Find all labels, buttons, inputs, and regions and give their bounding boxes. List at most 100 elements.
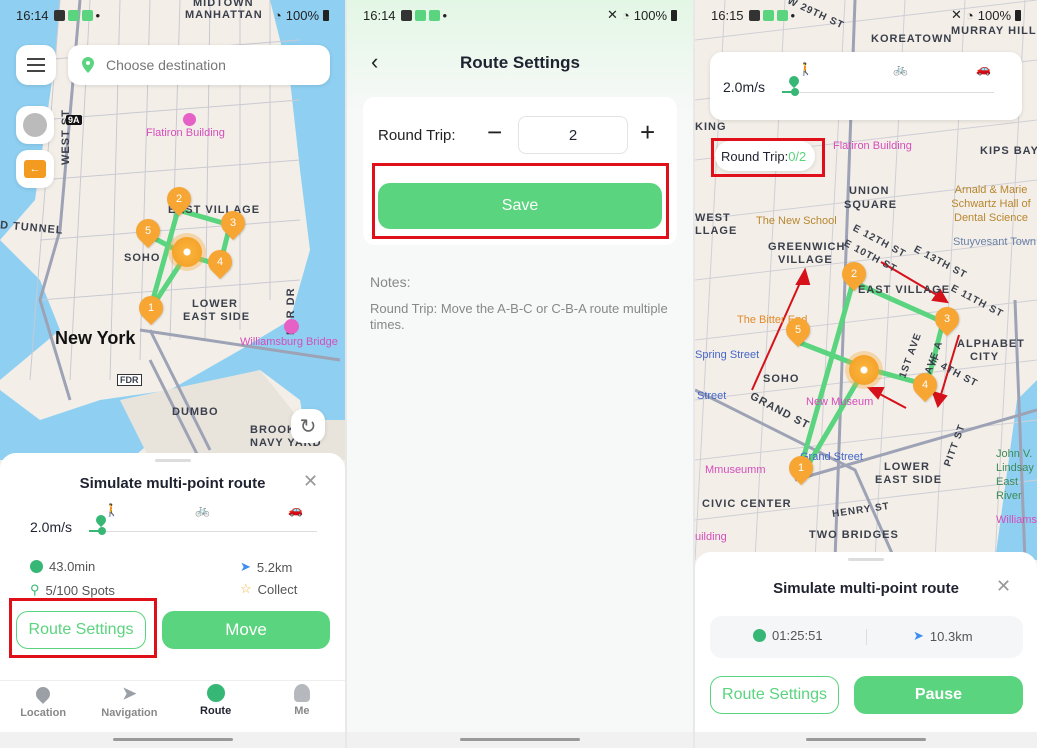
route-pin-2[interactable]: 2: [837, 257, 871, 291]
poi-label[interactable]: Williamsburg Bridge: [240, 336, 338, 348]
nav-location[interactable]: Location: [0, 684, 86, 732]
poi-label[interactable]: Street: [697, 390, 726, 402]
poi-label[interactable]: Arnald & Marie Schwartz Hall of Dental S…: [951, 183, 1031, 225]
close-icon[interactable]: ✕: [303, 471, 318, 492]
close-icon[interactable]: ✕: [996, 576, 1011, 597]
home-indicator: [460, 738, 580, 741]
pause-button[interactable]: Pause: [854, 676, 1023, 714]
route-pin-4[interactable]: 4: [203, 245, 237, 279]
nav-route[interactable]: Route: [173, 684, 259, 732]
round-trip-input[interactable]: 2: [518, 116, 628, 154]
highway-shield: 9A: [66, 115, 82, 125]
speed-marker-icon: [786, 73, 802, 89]
map-label: VILLAGE: [778, 254, 833, 266]
destination-search[interactable]: Choose destination: [68, 45, 330, 85]
route-pin-2[interactable]: 2: [162, 182, 196, 216]
spots-stat: ⚲ 5/100 Spots: [30, 582, 115, 598]
navigation-icon: ➤: [122, 684, 137, 703]
navigation-arrow-icon: ➤: [913, 628, 924, 643]
city-label: New York: [55, 328, 136, 348]
route-pin-1[interactable]: 1: [134, 291, 168, 325]
map-label: WEST: [695, 212, 731, 224]
poi-label[interactable]: John V. Lindsay East River: [996, 447, 1037, 503]
elapsed-stat: 01:25:51: [753, 628, 823, 643]
route-pin-3[interactable]: 3: [216, 206, 250, 240]
speed-slider[interactable]: [89, 531, 317, 532]
mute-icon: ✕: [606, 7, 618, 22]
highlight-box: [9, 598, 157, 658]
status-time: 16:15: [711, 7, 744, 23]
sheet-title: Simulate multi-point route: [79, 475, 266, 492]
poi-label[interactable]: Stuyvesant Town: [953, 236, 1036, 248]
poi-label[interactable]: New Museum: [806, 396, 873, 408]
drag-handle[interactable]: [154, 459, 191, 462]
nav-navigation[interactable]: ➤ Navigation: [86, 684, 172, 732]
poi-label[interactable]: Spring Street: [695, 349, 759, 361]
battery-icon: [323, 9, 329, 21]
battery-icon: [671, 9, 677, 21]
duration-stat: 43.0min: [30, 559, 95, 574]
collect-button[interactable]: ☆ Collect: [240, 581, 297, 597]
route-settings-button[interactable]: Route Settings: [710, 676, 839, 714]
folder-icon: ←: [24, 160, 46, 178]
speed-slider[interactable]: [782, 92, 994, 93]
map-label: SQUARE: [844, 199, 898, 211]
poi-label[interactable]: Williamsburg: [996, 514, 1037, 526]
walk-icon[interactable]: 🚶: [104, 503, 119, 517]
poi-label[interactable]: The New School: [756, 215, 837, 227]
current-location-marker: [172, 237, 202, 267]
search-placeholder: Choose destination: [106, 57, 226, 73]
walk-icon[interactable]: 🚶: [798, 62, 813, 76]
bike-icon[interactable]: 🚲: [893, 62, 908, 76]
battery-percent: 100%: [977, 7, 1011, 23]
battery-percent: 100%: [285, 7, 319, 23]
route-pin-5[interactable]: 5: [781, 313, 815, 347]
poi-label[interactable]: uilding: [695, 531, 727, 543]
car-icon[interactable]: 🚗: [288, 503, 303, 517]
highlight-box: [711, 138, 825, 177]
current-location-marker: [849, 355, 879, 385]
shield-location-icon: [23, 113, 47, 137]
route-pin-1[interactable]: 1: [784, 451, 818, 485]
bottom-nav: Location ➤ Navigation Route Me: [0, 684, 345, 732]
poi-label[interactable]: Flatiron Building: [146, 127, 225, 139]
car-icon[interactable]: 🚗: [976, 62, 991, 76]
progress-panel: 01:25:51 ➤ 10.3km: [710, 616, 1023, 658]
battery-icon: [1015, 9, 1021, 21]
mute-icon: ✕: [950, 7, 962, 22]
clock-icon: [30, 560, 43, 573]
bike-icon[interactable]: 🚲: [195, 503, 210, 517]
status-bar: 16:14 • ◔ 100%: [0, 0, 345, 30]
speed-value: 2.0m/s: [30, 519, 73, 535]
map-label: EAST VILLAGE: [858, 284, 951, 296]
route-pin-4[interactable]: 4: [908, 368, 942, 402]
spots-icon: ⚲: [30, 582, 40, 597]
map-label: LOWER: [192, 298, 238, 310]
route-pin-3[interactable]: 3: [930, 302, 964, 336]
poi-label[interactable]: Flatiron Building: [833, 140, 912, 152]
move-button[interactable]: Move: [162, 611, 330, 649]
map-label: DUMBO: [172, 406, 219, 418]
highlight-box: [372, 163, 669, 239]
map-label: CITY: [970, 351, 1000, 363]
increment-button[interactable]: +: [640, 117, 655, 148]
speed-slider-thumb[interactable]: [791, 88, 799, 96]
map-label: UNION: [849, 185, 890, 197]
speed-slider-thumb[interactable]: [98, 527, 106, 535]
poi-label[interactable]: Mmuseumm: [705, 464, 766, 476]
route-icon: [206, 684, 225, 702]
menu-button[interactable]: [16, 45, 56, 85]
route-pin-5[interactable]: 5: [131, 214, 165, 248]
map-label: KING: [695, 121, 727, 133]
map-label: ALPHABET: [957, 338, 1025, 350]
import-route-button[interactable]: ←: [16, 150, 54, 188]
screen-route-running: W 29TH ST KOREATOWN MURRAY HILL KING UNI…: [695, 0, 1037, 748]
location-mode-button[interactable]: [16, 106, 54, 144]
map-pin-icon: [82, 57, 94, 73]
map-label: KIPS BAY: [980, 145, 1037, 157]
drag-handle[interactable]: [848, 558, 884, 561]
refresh-button[interactable]: ↻: [291, 409, 325, 443]
decrement-button[interactable]: −: [487, 117, 502, 148]
nav-me[interactable]: Me: [259, 684, 345, 732]
map-label: LOWER: [884, 461, 930, 473]
